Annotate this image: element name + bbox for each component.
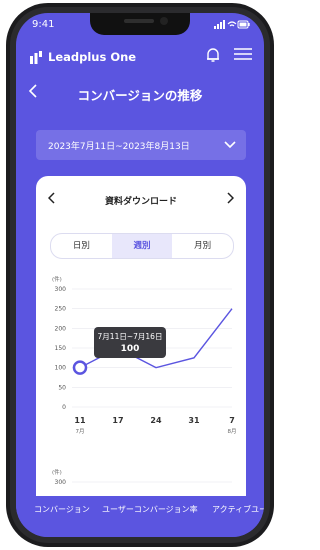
date-range-selector[interactable]: 2023年7月11日~2023年8月13日 (36, 130, 246, 160)
card-title: 資料ダウンロード (104, 197, 177, 207)
chart-tooltip: 7月11日~7月16日 100 (94, 327, 166, 358)
x-tick-day: 17 (112, 416, 123, 425)
tooltip-value: 100 (120, 344, 140, 354)
bell-icon[interactable] (206, 47, 220, 63)
chevron-down-icon (224, 141, 236, 149)
tooltip-range: 7月11日~7月16日 (97, 332, 163, 341)
logo-icon (30, 50, 42, 64)
header-actions (206, 47, 252, 63)
highlight-point (72, 360, 88, 375)
second-chart-tick: 300 (55, 479, 67, 486)
status-time: 9:41 (32, 19, 55, 30)
y-tick-label: 200 (55, 325, 67, 332)
y-tick-label: 100 (55, 365, 67, 372)
tab-weekly[interactable]: 週別 (111, 234, 173, 258)
chevron-right-icon[interactable] (226, 192, 234, 204)
tab-monthly[interactable]: 月別 (172, 234, 233, 258)
period-tabs: 日別 週別 月別 (50, 233, 234, 259)
date-range-text: 2023年7月11日~2023年8月13日 (48, 142, 190, 152)
y-tick-label: 150 (55, 345, 67, 352)
bottom-tab-user-cv-rate[interactable]: ユーザーコンバージョン率 (102, 504, 198, 515)
page-title: コンバージョンの推移 (77, 88, 203, 103)
y-tick-label: 50 (58, 384, 66, 391)
x-tick-month: 7月 (76, 428, 85, 435)
y-tick-label: 300 (55, 286, 67, 293)
app-logo[interactable]: Leadplus One (30, 50, 136, 64)
menu-icon[interactable] (234, 47, 252, 61)
signal-wifi-battery-icon (214, 20, 250, 29)
chart-card: 資料ダウンロード 日別 週別 月別 (件) 300 250 200 150 100 50 0 1… (36, 176, 246, 496)
second-chart-top: (件) 300 (36, 466, 246, 496)
x-tick-day: 31 (188, 416, 200, 425)
second-chart-unit: (件) (52, 468, 62, 476)
y-tick-label: 0 (62, 404, 66, 411)
logo-text: Leadplus One (48, 50, 137, 64)
tab-daily[interactable]: 日別 (51, 234, 112, 258)
status-bar: 9:41 (16, 18, 264, 34)
x-tick-month: 8月 (228, 428, 237, 435)
bottom-tab-conversion[interactable]: コンバージョン (34, 504, 90, 515)
x-tick-day: 11 (74, 416, 86, 425)
bottom-tabs: コンバージョン ユーザーコンバージョン率 アクティブユー (16, 496, 264, 537)
x-tick-day: 24 (150, 416, 162, 425)
y-tick-label: 250 (55, 306, 67, 313)
y-unit-label: (件) (52, 275, 62, 283)
app-screen: 9:41 Leadplus One コンバージョンの推移 2023年7月11日~… (16, 13, 264, 537)
x-tick-day: 7 (229, 416, 235, 425)
bottom-tab-active-users[interactable]: アクティブユー (212, 504, 264, 515)
